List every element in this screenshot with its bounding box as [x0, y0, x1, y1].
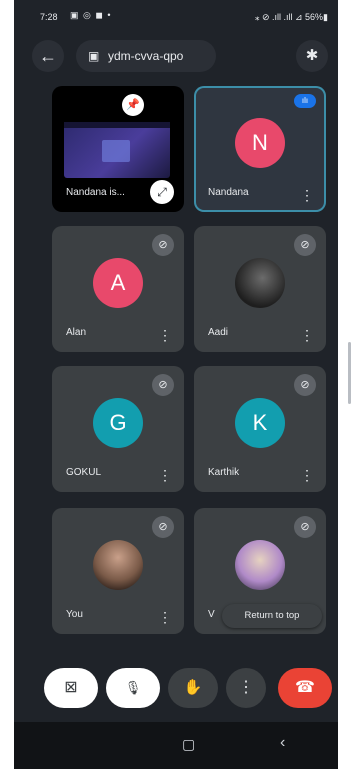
tile-participant-you[interactable]: ⊘ You ⋮ — [52, 508, 184, 634]
mic-off-indicator: ⊘ — [294, 516, 316, 538]
participant-name: Nandana is... — [66, 187, 125, 198]
participant-name: V — [208, 609, 215, 620]
more-options-button[interactable]: ⋮ — [158, 328, 172, 342]
end-call-button[interactable]: ☎ — [278, 668, 332, 708]
system-nav-bar: ▢ ‹ — [14, 722, 338, 769]
speaking-indicator: ılı — [294, 94, 316, 108]
mic-off-indicator: ⊘ — [152, 234, 174, 256]
arrow-left-icon: ← — [39, 46, 57, 66]
participant-name: Alan — [66, 327, 87, 338]
home-button[interactable]: ▢ — [182, 736, 195, 753]
meeting-code: ydm-cvva-qpo — [108, 49, 184, 63]
tile-participant-nandana[interactable]: ılı N Nandana ⋮ — [194, 86, 326, 212]
avatar-initial: K — [252, 410, 268, 435]
calendar-icon: ▣ — [88, 49, 100, 63]
system-back-button[interactable]: ‹ — [280, 734, 285, 752]
mic-off-icon: ⊘ — [158, 379, 168, 391]
pin-button[interactable]: 📌 — [122, 94, 144, 116]
status-time: 7:28 — [40, 12, 58, 22]
bluetooth-icon: ✱ — [305, 47, 319, 64]
tile-participant-alan[interactable]: ⊘ A Alan ⋮ — [52, 226, 184, 352]
tile-participant-karthik[interactable]: ⊘ K Karthik ⋮ — [194, 366, 326, 492]
meeting-info-button[interactable]: ▣ ydm-cvva-qpo — [76, 40, 216, 72]
avatar-photo — [93, 540, 143, 590]
avatar: A — [93, 258, 143, 308]
raise-hand-button[interactable]: ✋ — [168, 668, 218, 708]
camera-toggle-button[interactable]: ⊠ — [44, 668, 98, 708]
avatar: K — [235, 398, 285, 448]
more-options-button[interactable]: ⋮ — [300, 468, 314, 482]
tile-participant-aadi[interactable]: ⊘ Aadi ⋮ — [194, 226, 326, 352]
return-to-top-button[interactable]: Return to top — [222, 604, 322, 628]
mic-off-icon: ⊘ — [158, 521, 168, 533]
avatar: G — [93, 398, 143, 448]
more-options-button[interactable]: ⋮ — [158, 610, 172, 624]
participant-name: Karthik — [208, 467, 240, 478]
tile-participant-gokul[interactable]: ⊘ G GOKUL ⋮ — [52, 366, 184, 492]
raise-hand-icon: ✋ — [183, 679, 203, 696]
pin-icon: 📌 — [126, 99, 140, 111]
fullscreen-button[interactable]: ⤢ — [150, 180, 174, 204]
preview-toolbar — [64, 122, 170, 128]
notification-icons: ▣ ◎ ◼ • — [70, 10, 112, 20]
mic-off-indicator: ⊘ — [152, 516, 174, 538]
call-controls: ⊠ 🎙 ✋ ⋮ ☎ — [14, 654, 338, 714]
more-options-button[interactable]: ⋮ — [158, 468, 172, 482]
participant-name: Aadi — [208, 327, 229, 338]
more-options-button[interactable]: ⋮ — [300, 328, 314, 342]
avatar-initial: A — [110, 270, 126, 295]
system-status-icons: ⁎ ⊘ .ıll .ıll ⊿ 56%▮ — [254, 12, 328, 22]
avatar-photo — [235, 258, 285, 308]
avatar-initial: G — [109, 410, 127, 435]
camera-off-icon: ⊠ — [64, 679, 78, 696]
avatar-initial: N — [252, 130, 268, 155]
audio-level-icon: ılı — [301, 96, 309, 105]
mic-off-icon: ⊘ — [300, 379, 310, 391]
edge-panel-handle[interactable] — [348, 342, 351, 404]
mic-off-icon: ⊘ — [158, 239, 168, 251]
audio-output-button[interactable]: ✱ — [296, 40, 328, 72]
meet-app-screen: 7:28 ▣ ◎ ◼ • ⁎ ⊘ .ıll .ıll ⊿ 56%▮ ← ▣ yd… — [14, 0, 338, 769]
mic-off-indicator: ⊘ — [294, 234, 316, 256]
mic-off-indicator: ⊘ — [152, 374, 174, 396]
mic-off-icon: ⊘ — [300, 239, 310, 251]
avatar: N — [235, 118, 285, 168]
tile-screen-share[interactable]: 📌 Nandana is... ⤢ — [52, 86, 184, 212]
participant-name: GOKUL — [66, 467, 102, 478]
meeting-top-bar: ← ▣ ydm-cvva-qpo ✱ — [14, 34, 338, 78]
more-vert-icon: ⋮ — [238, 679, 254, 696]
participant-name: Nandana — [208, 187, 249, 198]
back-button[interactable]: ← — [32, 40, 64, 72]
expand-icon: ⤢ — [157, 185, 167, 199]
mic-toggle-button[interactable]: 🎙 — [106, 668, 160, 708]
call-end-icon: ☎ — [295, 679, 315, 696]
mic-off-indicator: ⊘ — [294, 374, 316, 396]
more-options-button[interactable]: ⋮ — [226, 668, 266, 708]
status-bar: 7:28 ▣ ◎ ◼ • ⁎ ⊘ .ıll .ıll ⊿ 56%▮ — [14, 0, 338, 34]
more-options-button[interactable]: ⋮ — [300, 188, 314, 202]
return-to-top-label: Return to top — [244, 610, 300, 621]
avatar-photo — [235, 540, 285, 590]
mic-off-icon: ⊘ — [300, 521, 310, 533]
shared-screen-preview — [64, 122, 170, 178]
preview-graphic — [102, 140, 130, 162]
mic-off-icon: 🎙 — [124, 680, 142, 695]
participant-name: You — [66, 609, 83, 620]
